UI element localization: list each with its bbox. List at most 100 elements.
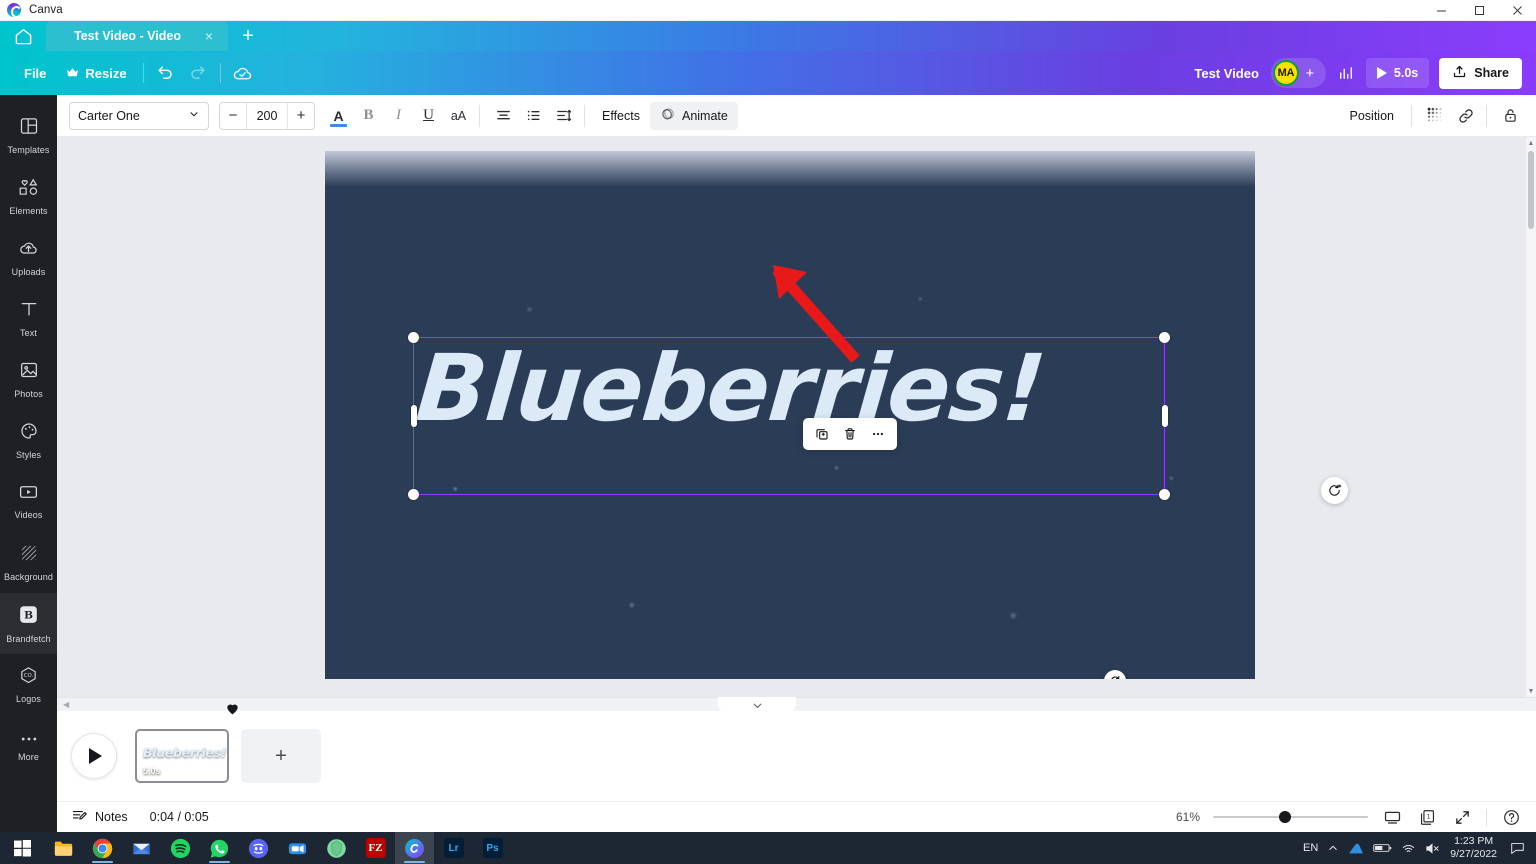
sidebar-item-elements[interactable]: Elements bbox=[0, 166, 57, 227]
magic-refresh-icon[interactable] bbox=[1321, 477, 1348, 504]
taskbar-app-spotify[interactable] bbox=[161, 832, 200, 864]
position-button[interactable]: Position bbox=[1340, 102, 1404, 130]
sidebar-label-photos: Photos bbox=[14, 389, 43, 399]
present-icon[interactable] bbox=[1381, 806, 1403, 828]
sidebar-item-more[interactable]: More bbox=[0, 715, 57, 776]
scene-thumbnail-1[interactable]: Blueberries! 5.0s bbox=[135, 729, 229, 783]
bold-button[interactable]: B bbox=[355, 102, 382, 130]
taskbar-app-filezilla[interactable]: FZ bbox=[356, 832, 395, 864]
collaborators[interactable]: MA + bbox=[1270, 58, 1326, 88]
sidebar-label-more: More bbox=[18, 751, 39, 762]
scroll-down-arrow[interactable]: ▼ bbox=[1526, 685, 1536, 697]
taskbar-app-file-explorer[interactable] bbox=[44, 832, 83, 864]
timeline-play-button[interactable] bbox=[71, 733, 117, 779]
duplicate-icon[interactable] bbox=[809, 421, 835, 447]
sidebar-item-videos[interactable]: Videos bbox=[0, 471, 57, 532]
undo-icon[interactable] bbox=[150, 58, 182, 88]
heart-icon[interactable] bbox=[226, 703, 239, 718]
play-duration-label: 5.0s bbox=[1393, 66, 1419, 80]
taskbar-app-canva[interactable] bbox=[395, 832, 434, 864]
tray-clock[interactable]: 1:23 PM 9/27/2022 bbox=[1450, 835, 1497, 861]
sidebar-item-background[interactable]: Background bbox=[0, 532, 57, 593]
share-button[interactable]: Share bbox=[1439, 57, 1522, 89]
chevron-up-icon[interactable] bbox=[1327, 842, 1339, 854]
preview-play-button[interactable]: 5.0s bbox=[1365, 58, 1430, 88]
letter-case-button[interactable]: aA bbox=[445, 102, 472, 130]
document-name[interactable]: Test Video bbox=[1194, 66, 1259, 81]
workspace-scrollbar-vertical[interactable]: ▲ ▼ bbox=[1526, 137, 1536, 697]
taskbar-app-lightroom[interactable]: Lr bbox=[434, 832, 473, 864]
invite-button[interactable]: + bbox=[1299, 65, 1321, 82]
scroll-up-arrow[interactable]: ▲ bbox=[1526, 137, 1536, 149]
bar-chart-icon[interactable] bbox=[1330, 58, 1362, 88]
windows-start-icon[interactable] bbox=[0, 832, 44, 864]
scrollbar-thumb[interactable] bbox=[1528, 151, 1534, 229]
volume-muted-icon[interactable] bbox=[1425, 842, 1441, 855]
link-icon[interactable] bbox=[1452, 102, 1479, 130]
taskbar-app-zoom[interactable] bbox=[278, 832, 317, 864]
sidebar-item-brandfetch[interactable]: B Brandfetch bbox=[0, 593, 57, 654]
close-button[interactable] bbox=[1498, 0, 1536, 21]
sidebar-item-styles[interactable]: Styles bbox=[0, 410, 57, 471]
elements-icon bbox=[18, 177, 40, 202]
page-count-icon[interactable]: 1 bbox=[1416, 806, 1438, 828]
zoom-slider-knob[interactable] bbox=[1279, 811, 1291, 823]
font-size-input[interactable]: 200 bbox=[246, 102, 288, 129]
taskbar-app-discord[interactable] bbox=[239, 832, 278, 864]
taskbar-app-photoshop[interactable]: Ps bbox=[473, 832, 512, 864]
more-horizontal-icon[interactable] bbox=[865, 421, 891, 447]
element-float-toolbar[interactable] bbox=[803, 418, 897, 450]
italic-button[interactable]: I bbox=[385, 102, 412, 130]
avatar[interactable]: MA bbox=[1272, 60, 1299, 86]
expand-icon[interactable] bbox=[1451, 806, 1473, 828]
templates-icon bbox=[19, 116, 39, 141]
file-menu-button[interactable]: File bbox=[14, 58, 56, 88]
zoom-slider[interactable] bbox=[1213, 810, 1368, 824]
taskbar-app-mail[interactable] bbox=[122, 832, 161, 864]
headline-text[interactable]: Blueberries! bbox=[412, 335, 1173, 442]
redo-icon[interactable] bbox=[182, 58, 214, 88]
sidebar-item-logos[interactable]: CO. Logos bbox=[0, 654, 57, 715]
effects-button[interactable]: Effects bbox=[592, 102, 650, 130]
timeline-bar: Blueberries! 5.0s + bbox=[57, 711, 1536, 801]
font-size-increase-button[interactable]: + bbox=[288, 103, 314, 129]
add-page-button[interactable]: + bbox=[241, 729, 321, 783]
wifi-icon[interactable] bbox=[1401, 842, 1416, 855]
bullet-list-icon[interactable] bbox=[520, 102, 547, 130]
font-size-stepper[interactable]: − 200 + bbox=[219, 101, 315, 130]
align-center-icon[interactable] bbox=[490, 102, 517, 130]
tray-language[interactable]: EN bbox=[1303, 842, 1318, 854]
animate-button[interactable]: Animate bbox=[649, 101, 738, 130]
tab-test-video[interactable]: Test Video - Video × bbox=[46, 21, 228, 51]
underline-button[interactable]: U bbox=[415, 102, 442, 130]
notification-icon[interactable] bbox=[1506, 841, 1528, 855]
taskbar-app-google-chrome[interactable] bbox=[83, 832, 122, 864]
tab-close-icon[interactable]: × bbox=[200, 27, 218, 45]
trash-icon[interactable] bbox=[837, 421, 863, 447]
cloud-saved-icon[interactable] bbox=[227, 58, 259, 88]
sidebar-item-uploads[interactable]: Uploads bbox=[0, 227, 57, 288]
canvas-workspace[interactable]: Blueberries! bbox=[57, 137, 1536, 697]
font-color-button[interactable]: A bbox=[325, 102, 352, 130]
timeline-scroll-left-icon[interactable]: ◀ bbox=[63, 700, 69, 709]
design-page[interactable]: Blueberries! bbox=[325, 151, 1255, 679]
taskbar-app-whatsapp[interactable] bbox=[200, 832, 239, 864]
taskbar-app-brave[interactable] bbox=[317, 832, 356, 864]
font-size-decrease-button[interactable]: − bbox=[220, 103, 246, 129]
sidebar-item-text[interactable]: Text bbox=[0, 288, 57, 349]
new-tab-button[interactable]: + bbox=[228, 21, 268, 51]
sidebar-item-templates[interactable]: Templates bbox=[0, 105, 57, 166]
notes-button[interactable]: Notes bbox=[71, 807, 128, 827]
help-icon[interactable] bbox=[1500, 806, 1522, 828]
line-spacing-icon[interactable] bbox=[550, 102, 577, 130]
cloud-icon[interactable] bbox=[1348, 841, 1364, 855]
home-icon[interactable] bbox=[0, 21, 46, 51]
transparency-icon[interactable] bbox=[1422, 102, 1449, 130]
maximize-button[interactable] bbox=[1460, 0, 1498, 21]
lock-icon[interactable] bbox=[1497, 102, 1524, 130]
resize-button[interactable]: Resize bbox=[56, 58, 136, 88]
sidebar-item-photos[interactable]: Photos bbox=[0, 349, 57, 410]
battery-icon[interactable] bbox=[1373, 842, 1392, 854]
font-family-select[interactable]: Carter One bbox=[69, 101, 209, 130]
minimize-button[interactable] bbox=[1422, 0, 1460, 21]
